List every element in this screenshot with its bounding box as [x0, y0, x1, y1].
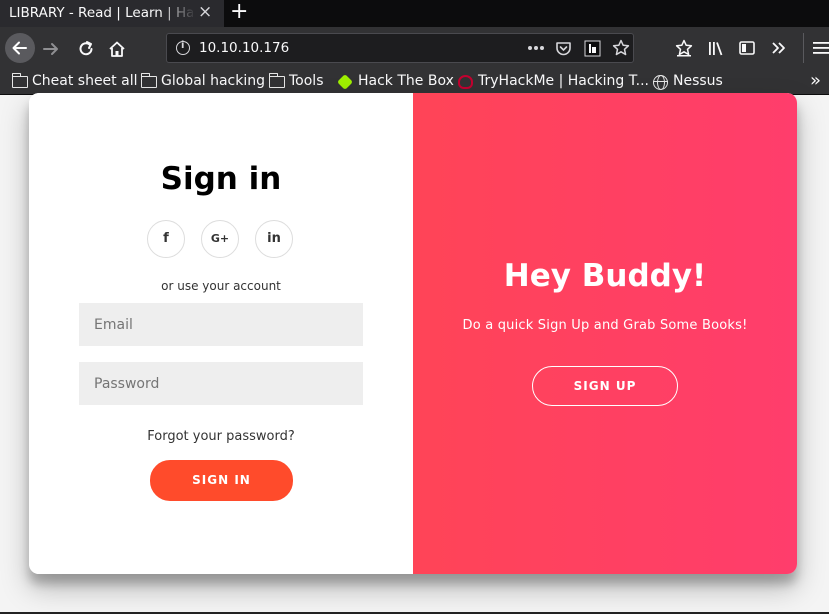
google-plus-icon: G+ [210, 232, 230, 245]
url-text[interactable]: 10.10.10.176 [199, 40, 289, 56]
forgot-password-link[interactable]: Forgot your password? [29, 429, 413, 444]
bookmarks-overflow-icon[interactable]: » [810, 70, 821, 91]
bookmark-label: Global hacking [161, 73, 266, 89]
htb-icon [337, 74, 353, 90]
more-actions-icon[interactable] [527, 45, 545, 51]
google-plus-button[interactable]: G+ [201, 220, 239, 258]
bookmarks-toolbar: Cheat sheet all Global hacking Tools Hac… [0, 69, 829, 95]
browser-tab[interactable]: LIBRARY - Read | Learn | Have Fun × [0, 0, 224, 27]
overlay-subtitle: Do a quick Sign Up and Grab Some Books! [462, 318, 748, 333]
facebook-button[interactable]: f [147, 220, 185, 258]
folder-icon [140, 73, 157, 88]
globe-icon [653, 75, 668, 90]
folder-icon [268, 73, 285, 88]
linkedin-button[interactable]: in [255, 220, 293, 258]
bookmark-label: Tools [289, 73, 324, 89]
forward-arrow-icon[interactable] [41, 39, 61, 59]
close-icon[interactable]: × [198, 2, 212, 22]
menu-icon[interactable] [812, 39, 829, 57]
reload-icon[interactable] [76, 39, 96, 59]
bookmark-star-icon[interactable] [612, 39, 630, 57]
sign-up-button[interactable]: SIGN UP [532, 366, 678, 406]
library-icon[interactable] [707, 39, 725, 57]
pocket-icon[interactable] [555, 40, 572, 57]
arrow-left-icon [12, 41, 27, 55]
bookmark-label: Nessus [673, 73, 723, 89]
bookmark-label: Hack The Box [358, 73, 454, 89]
folder-icon [11, 73, 28, 88]
email-field[interactable] [79, 303, 363, 346]
sign-in-panel: Sign in f G+ in or use your account Forg… [29, 93, 413, 574]
page-content: Sign in f G+ in or use your account Forg… [0, 93, 829, 614]
tab-title-fade [160, 0, 196, 27]
facebook-icon: f [163, 231, 169, 246]
home-icon[interactable] [107, 39, 127, 59]
extension-icon[interactable] [584, 40, 601, 57]
navigation-bar: 10.10.10.176 [0, 27, 829, 69]
overflow-chevron-icon[interactable] [770, 39, 788, 57]
thm-icon [458, 75, 473, 89]
sign-in-title: Sign in [160, 161, 282, 197]
new-tab-icon[interactable]: + [230, 0, 248, 24]
sidebar-icon[interactable] [738, 39, 756, 57]
overlay-title: Hey Buddy! [503, 258, 707, 294]
overlay-panel: Hey Buddy! Do a quick Sign Up and Grab S… [413, 93, 797, 574]
tab-strip: LIBRARY - Read | Learn | Have Fun × + [0, 0, 829, 27]
back-button[interactable] [5, 33, 35, 63]
sign-in-button[interactable]: SIGN IN [150, 460, 293, 501]
alt-login-text: or use your account [161, 279, 281, 293]
bookmark-label: TryHackMe | Hacking T... [478, 73, 650, 89]
toolbar-divider [803, 33, 804, 63]
bookmark-label: Cheat sheet all [32, 73, 138, 89]
password-field[interactable] [79, 362, 363, 405]
linkedin-icon: in [267, 231, 281, 246]
bookmarks-star-icon[interactable] [675, 39, 693, 57]
url-bar[interactable]: 10.10.10.176 [166, 33, 634, 63]
info-icon[interactable] [176, 40, 190, 55]
auth-card: Sign in f G+ in or use your account Forg… [29, 93, 797, 574]
